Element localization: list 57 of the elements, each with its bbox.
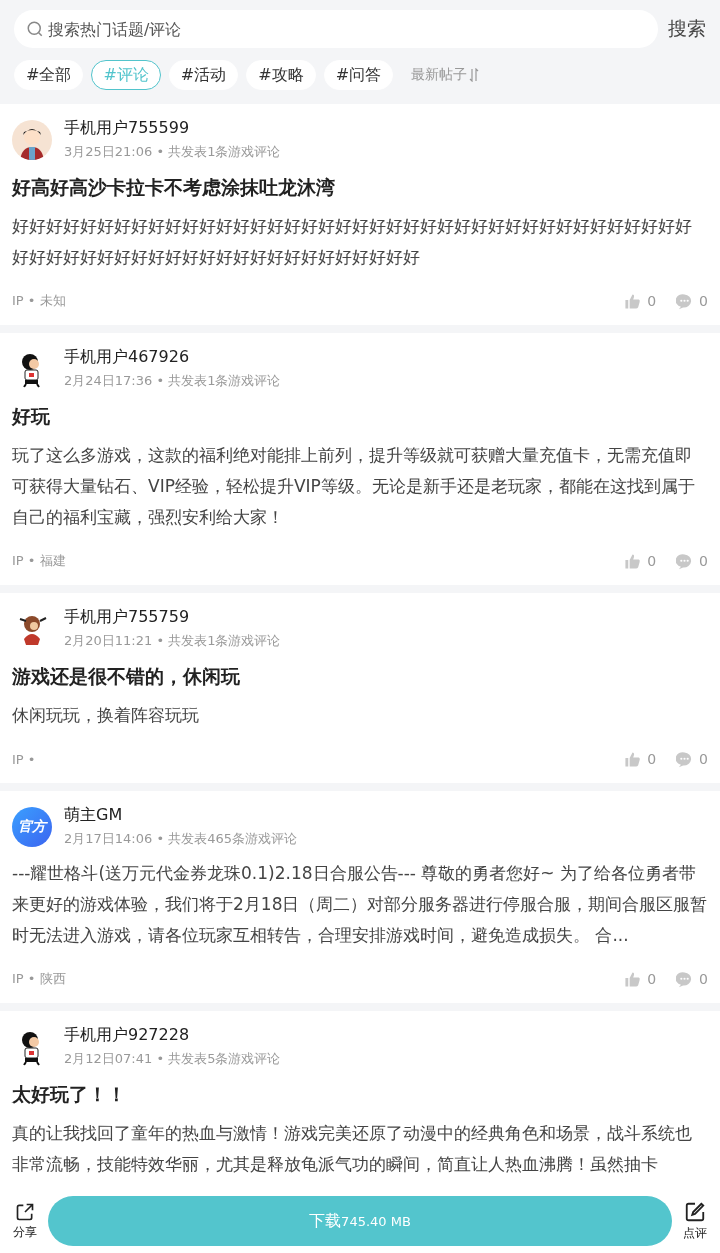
thumbs-up-icon[interactable] [624, 292, 642, 310]
tag-chip[interactable]: #活动 [168, 60, 239, 90]
comment-count: 0 [699, 553, 708, 569]
post-meta: 3月25日21:06 • 共发表1条游戏评论 [64, 143, 281, 161]
comment-count: 0 [699, 293, 708, 309]
ip-location: IP • 福建 [12, 552, 67, 570]
post-body: 好好好好好好好好好好好好好好好好好好好好好好好好好好好好好好好好好好好好好好好好好好好好好好好好好好好好好好好好好好好好好好好好 [12, 215, 693, 269]
share-icon [15, 1201, 35, 1222]
user-name: 萌主GM [64, 805, 124, 826]
share-button[interactable]: 分享 [8, 1201, 42, 1241]
ip-location: IP • 未知 [12, 292, 67, 310]
post-title: 太好玩了！！ [12, 1082, 127, 1107]
comment-icon[interactable] [676, 292, 694, 310]
user-name: 手机用户467926 [64, 347, 191, 368]
like-count: 0 [647, 553, 657, 569]
search-button[interactable]: 搜索 [668, 16, 706, 42]
search-field[interactable]: 搜索热门话题/评论 [14, 10, 658, 48]
post-card[interactable]: 手机用户755759 2月20日11:21 • 共发表1条游戏评论 游戏还是很不错的，休闲玩 休闲玩玩，换着阵容玩玩 IP • 0 0 [0, 593, 720, 783]
comment-icon[interactable] [676, 552, 694, 570]
post-card[interactable]: 手机用户467926 2月24日17:36 • 共发表1条游戏评论 好玩 玩了这么多游戏，这款的福利绝对能排上前列，提升等级就可获赠大量充值卡，无需充值即可获得大量钻石、VIP经验，轻松提升VIP等级。无论是新手还是老玩家，都能在这找到属于自己的福利宝藏，强烈安利给大家！ IP • 福建 0 0 [0, 333, 720, 585]
post-body: 休闲玩玩，换着阵容玩玩 [12, 704, 200, 727]
user-name: 手机用户755759 [64, 607, 191, 628]
post-body: 真的让我找回了童年的热血与激情！游戏完美还原了动漫中的经典角色和场景，战斗系统也非常流畅，技能特效华丽，尤其是释放龟派气功的瞬间，简直让人热血沸腾！虽然抽卡 [12, 1122, 693, 1176]
like-count: 0 [647, 751, 657, 767]
like-count: 0 [647, 293, 657, 309]
sort-icon [469, 68, 480, 82]
tag-chip[interactable]: #全部 [14, 60, 84, 90]
user-name: 手机用户755599 [64, 118, 191, 139]
post-body: 玩了这么多游戏，这款的福利绝对能排上前列，提升等级就可获赠大量充值卡，无需充值即可获得大量钻石、VIP经验，轻松提升VIP等级。无论是新手还是老玩家，都能在这找到属于自己的福利宝藏，强烈安利给大家！ [12, 444, 696, 529]
thumbs-up-icon[interactable] [624, 750, 642, 768]
like-count: 0 [647, 971, 657, 987]
user-name: 手机用户927228 [64, 1025, 191, 1046]
ip-location: IP • 陕西 [12, 970, 67, 988]
tag-chip[interactable]: #攻略 [246, 60, 316, 90]
post-card[interactable]: 官方 萌主GM 2月17日14:06 • 共发表465条游戏评论 ---耀世格斗(送万元代金券龙珠0.1)2.18日合服公告--- 尊敬的勇者您好~ 为了给各位勇者带来更好的游戏体验，我们将于2月18日（周二）对部分服务器进行停服合服，期间合服区服暂时无法进入游戏，请各位玩家互相转告，合理安排游戏时间，避免造成损失。 合... IP • 陕西 0 0 [0, 791, 720, 1003]
post-meta: 2月17日14:06 • 共发表465条游戏评论 [64, 830, 298, 848]
post-title: 好高好高沙卡拉卡不考虑涂抹吐龙沐湾 [12, 175, 336, 200]
review-button[interactable]: 点评 [678, 1200, 712, 1242]
post-card[interactable]: 手机用户755599 3月25日21:06 • 共发表1条游戏评论 好高好高沙卡拉卡不考虑涂抹吐龙沐湾 好好好好好好好好好好好好好好好好好好好好好好好好好好好好好好好好好好好好好好好好好好好好好好好好好好好好好好好好好好好好好好好好 IP • 未知 0 0 [0, 104, 720, 325]
post-meta: 2月20日11:21 • 共发表1条游戏评论 [64, 632, 281, 650]
comment-count: 0 [699, 971, 708, 987]
comment-icon[interactable] [676, 750, 694, 768]
search-icon [26, 20, 44, 38]
post-meta: 2月24日17:36 • 共发表1条游戏评论 [64, 372, 281, 390]
avatar-icon [12, 119, 52, 160]
comment-icon[interactable] [676, 970, 694, 988]
comment-count: 0 [699, 751, 708, 767]
post-body: ---耀世格斗(送万元代金券龙珠0.1)2.18日合服公告--- 尊敬的勇者您好~ 为了给各位勇者带来更好的游戏体验，我们将于2月18日（周二）对部分服务器进行停服合服，期间合服区服暂时无法进入游戏，请各位玩家互相转告，合理安排游戏时间，避免造成损失。 合... [12, 862, 708, 947]
post-meta: 2月12日07:41 • 共发表5条游戏评论 [64, 1050, 281, 1068]
official-avatar: 官方 [12, 806, 52, 847]
post-title: 好玩 [12, 404, 51, 429]
ip-location: IP • [12, 751, 37, 767]
thumbs-up-icon[interactable] [624, 552, 642, 570]
post-title: 游戏还是很不错的，休闲玩 [12, 664, 241, 689]
thumbs-up-icon[interactable] [624, 970, 642, 988]
edit-icon [684, 1200, 706, 1223]
tag-chip[interactable]: #问答 [323, 60, 394, 90]
